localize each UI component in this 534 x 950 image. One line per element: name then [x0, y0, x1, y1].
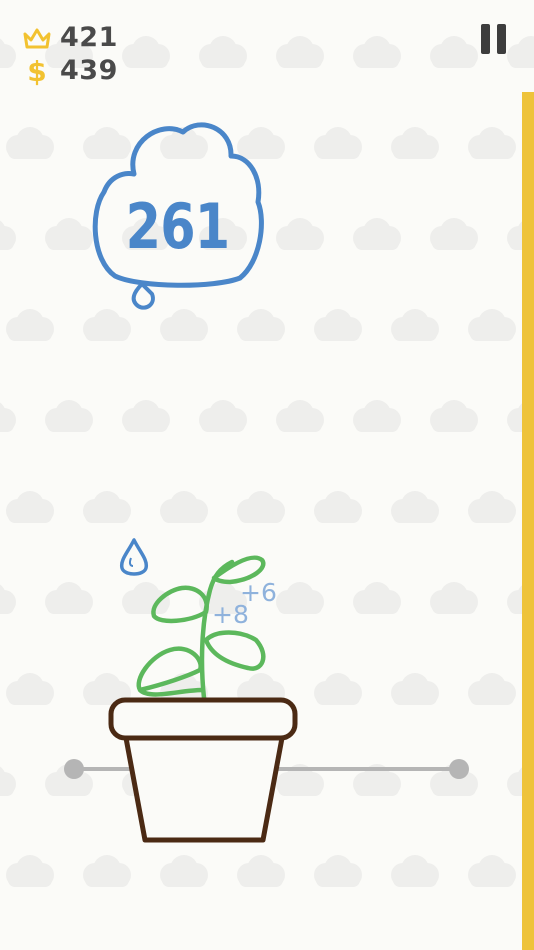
track-right-end: [449, 759, 469, 779]
flower-pot[interactable]: [108, 697, 298, 843]
raindrop-icon: [119, 538, 149, 576]
track-left-end: [64, 759, 84, 779]
game-scene: [64, 538, 469, 843]
floating-points-plus8: +8: [212, 600, 249, 629]
